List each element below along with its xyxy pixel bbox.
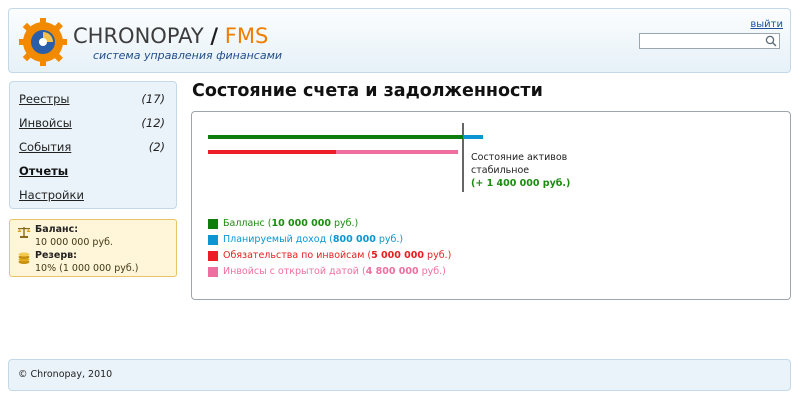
logo: CHRONOPAY / FMS система управления финан… — [17, 18, 282, 68]
bar-4 — [335, 150, 458, 154]
logo-slash: / — [210, 24, 219, 48]
status-value: (+ 1 400 000 руб.) — [471, 178, 571, 189]
balance-value: 10 000 000 руб. — [35, 237, 113, 248]
legend-amount: 4 800 000 — [365, 266, 419, 277]
reserve-label: Резерв: — [35, 250, 77, 261]
header: CHRONOPAY / FMS система управления финан… — [8, 8, 791, 73]
legend-suffix: руб.) — [375, 234, 404, 245]
legend-prefix: Планируемый доход ( — [223, 234, 333, 245]
account-status-chart: Состояние активов стабильное (+ 1 400 00… — [191, 111, 791, 300]
sidebar-item-reports[interactable]: Отчеты — [10, 162, 176, 186]
sidebar-nav: Реестры (17) Инвойсы (12) События (2) От… — [9, 81, 177, 209]
legend-swatch — [208, 219, 218, 229]
sidebar-item-count: (17) — [141, 92, 165, 106]
legend-suffix: руб.) — [418, 266, 446, 277]
scales-icon — [17, 227, 31, 238]
sidebar-item-label[interactable]: События — [19, 140, 71, 154]
sidebar-item-settings[interactable]: Настройки — [10, 186, 176, 210]
legend-amount: 5 000 000 — [371, 250, 425, 261]
legend-item: Планируемый доход (800 000 руб.) — [208, 234, 451, 250]
legend-swatch — [208, 251, 218, 261]
legend-item: Инвойсы с открытой датой (4 800 000 руб.… — [208, 266, 451, 282]
sidebar-item-count: (2) — [148, 140, 165, 154]
sidebar-item-label[interactable]: Настройки — [19, 188, 84, 202]
copyright-text: © Chronopay, 2010 — [18, 369, 113, 380]
logo-product: FMS — [224, 24, 269, 48]
legend-prefix: Обязательства по инвойсам ( — [223, 250, 372, 261]
logo-brand: CHRONOPAY — [73, 24, 204, 48]
legend-amount: 800 000 — [332, 234, 376, 245]
sidebar-item-label[interactable]: Отчеты — [19, 164, 68, 178]
legend-swatch — [208, 235, 218, 245]
status-line-2: стабильное — [471, 165, 530, 176]
bar-3 — [208, 150, 336, 154]
status-line-1: Состояние активов — [471, 152, 568, 163]
reserve-value: 10% (1 000 000 руб.) — [35, 263, 139, 274]
sidebar-item-invoices[interactable]: Инвойсы (12) — [10, 114, 176, 138]
legend-prefix: Балланс ( — [223, 218, 272, 229]
chronopay-gear-logo-icon — [19, 18, 67, 66]
legend-item: Балланс (10 000 000 руб.) — [208, 218, 451, 234]
footer: © Chronopay, 2010 — [8, 359, 791, 391]
sidebar-item-label[interactable]: Инвойсы — [19, 116, 72, 130]
chart-legend: Балланс (10 000 000 руб.) Планируемый дох… — [208, 218, 451, 282]
status-annotation: Состояние активов стабильное (+ 1 400 00… — [471, 151, 570, 190]
search-input[interactable] — [640, 34, 764, 48]
logout-link[interactable]: выйти — [750, 19, 783, 30]
sidebar-item-count: (12) — [141, 116, 165, 130]
legend-swatch — [208, 267, 218, 277]
status-marker-line — [462, 123, 464, 192]
bar-1 — [208, 135, 463, 139]
balance-label: Баланс: — [35, 224, 79, 235]
legend-label: Планируемый доход (800 000 руб.) — [223, 234, 403, 245]
sidebar-item-registries[interactable]: Реестры (17) — [10, 90, 176, 114]
logo-tagline: система управления финансами — [93, 49, 283, 62]
balance-panel: Баланс: 10 000 000 руб. Резерв: 10% (1 0… — [9, 219, 177, 277]
balance-row: Баланс: 10 000 000 руб. — [17, 224, 176, 250]
search-box — [639, 33, 780, 49]
page-title: Состояние счета и задолженности — [192, 81, 543, 101]
sidebar-item-label[interactable]: Реестры — [19, 92, 70, 106]
sidebar-item-events[interactable]: События (2) — [10, 138, 176, 162]
legend-item: Обязательства по инвойсам (5 000 000 руб… — [208, 250, 451, 266]
legend-label: Обязательства по инвойсам (5 000 000 руб… — [223, 250, 451, 261]
search-icon[interactable] — [765, 35, 777, 47]
reserve-row: Резерв: 10% (1 000 000 руб.) — [17, 250, 176, 276]
coins-icon — [18, 252, 30, 264]
legend-label: Инвойсы с открытой датой (4 800 000 руб.… — [223, 266, 446, 277]
bar-2 — [463, 135, 484, 139]
legend-suffix: руб.) — [330, 218, 359, 229]
legend-amount: 10 000 000 — [271, 218, 331, 229]
legend-label: Балланс (10 000 000 руб.) — [223, 218, 358, 229]
logo-wordmark: CHRONOPAY / FMS — [73, 25, 268, 47]
legend-suffix: руб.) — [424, 250, 452, 261]
legend-prefix: Инвойсы с открытой датой ( — [223, 266, 366, 277]
